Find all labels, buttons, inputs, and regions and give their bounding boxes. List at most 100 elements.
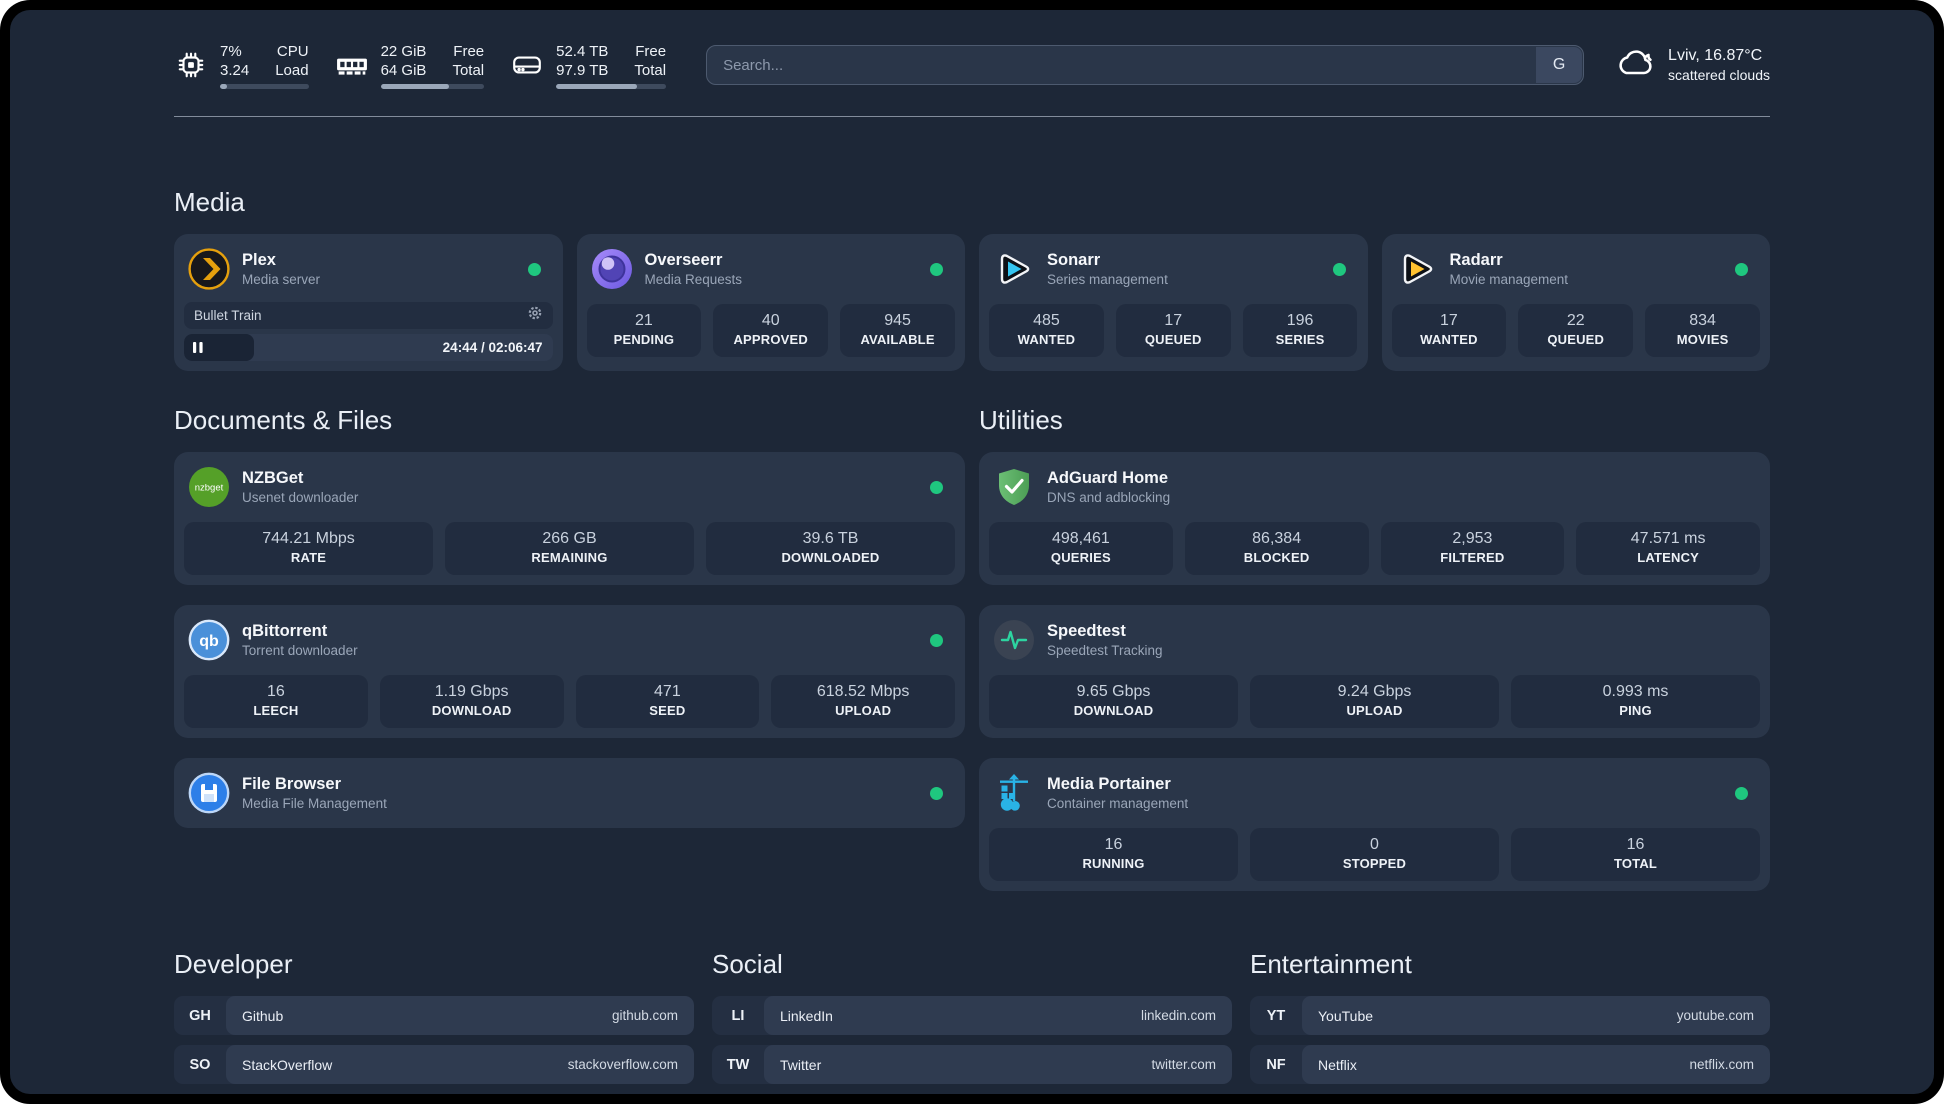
bookmark-youtube[interactable]: YT YouTube youtube.com (1250, 996, 1770, 1035)
ram-icon (335, 52, 369, 78)
bookmark-url: netflix.com (1689, 1057, 1754, 1072)
header-divider (174, 116, 1770, 117)
status-dot (1735, 262, 1748, 276)
stat-tile: 9.65 Gbps DOWNLOAD (989, 675, 1238, 728)
bookmark-name: LinkedIn (780, 1007, 833, 1024)
section-title-developer: Developer (174, 949, 293, 979)
disk-total-value: 97.9 TB (556, 61, 609, 79)
app-desc: Container management (1047, 795, 1189, 811)
app-title: Sonarr (1047, 250, 1101, 269)
app-card-sonarr[interactable]: Sonarr Series management 485 WANTED 17 QUE… (979, 234, 1368, 371)
stat-tile: 834 MOVIES (1645, 304, 1760, 357)
stat-tiles: 9.65 Gbps DOWNLOAD 9.24 Gbps UPLOAD 0.993 … (989, 675, 1760, 728)
stat-tile: 0 STOPPED (1250, 828, 1499, 881)
stat-tile: 2,953 FILTERED (1380, 522, 1565, 575)
stat-tiles: 21 PENDING 40 APPROVED 945 AVAILABLE (586, 304, 956, 357)
stat-tiles: 485 WANTED 17 QUEUED 196 SERIES (989, 304, 1358, 357)
stat-tile: 21 PENDING (586, 304, 702, 357)
app-desc: Media Requests (644, 271, 743, 287)
app-desc: Speedtest Tracking (1047, 642, 1163, 658)
bookmark-twitter[interactable]: TW Twitter twitter.com (712, 1045, 1232, 1084)
bookmark-name: Netflix (1318, 1056, 1357, 1073)
app-card-speedtest[interactable]: Speedtest Speedtest Tracking 9.65 Gbps DO… (979, 605, 1770, 738)
search-input[interactable] (706, 45, 1585, 85)
section-title-documents: Documents & Files (174, 405, 393, 435)
radarr-icon (1396, 248, 1438, 290)
section-title-entertainment: Entertainment (1250, 949, 1412, 979)
disk-stat: 52.4 TB Free 97.9 TB Total (510, 42, 667, 89)
disk-free-value: 52.4 TB (556, 42, 609, 60)
portainer-icon (993, 772, 1035, 814)
app-desc: DNS and adblocking (1047, 489, 1171, 505)
bookmark-abbr: YT (1266, 1007, 1286, 1024)
bookmark-name: Github (242, 1007, 284, 1024)
bookmark-github[interactable]: GH Github github.com (174, 996, 694, 1035)
bookmark-abbr: SO (189, 1056, 211, 1073)
top-bar: 7% CPU 3.24 Load 22 GiB Free 64 GiB Tota… (174, 40, 1770, 90)
stat-tile: 471 SEED (575, 675, 760, 728)
stat-tile: 39.6 TB DOWNLOADED (706, 522, 955, 575)
memory-total-label: Total (452, 61, 485, 79)
status-dot (930, 262, 943, 276)
app-title: Plex (242, 250, 276, 269)
app-card-nzbget[interactable]: nzbget NZBGet Usenet downloader 744.21 M… (174, 452, 965, 585)
cpu-icon (174, 50, 208, 80)
bookmark-url: twitter.com (1151, 1057, 1216, 1072)
memory-free-label: Free (453, 42, 485, 60)
pause-icon (193, 341, 204, 354)
stat-tile: 40 APPROVED (713, 304, 829, 357)
app-title: AdGuard Home (1047, 468, 1169, 487)
bookmark-abbr: NF (1266, 1056, 1286, 1073)
app-desc: Torrent downloader (242, 642, 358, 658)
search-engine-button[interactable]: G (1536, 47, 1583, 83)
section-title-social: Social (712, 949, 783, 979)
memory-progress-fill (380, 83, 449, 89)
stat-tile: 16 RUNNING (989, 828, 1238, 881)
bookmark-name: Twitter (780, 1056, 822, 1073)
bookmark-url: github.com (611, 1008, 678, 1023)
bookmark-stackoverflow[interactable]: SO StackOverflow stackoverflow.com (174, 1045, 694, 1084)
svg-text:qb: qb (199, 633, 219, 650)
disk-progress-bar (556, 83, 667, 89)
stat-tile: 266 GB REMAINING (445, 522, 694, 575)
bookmark-abbr: TW (726, 1056, 750, 1073)
app-card-radarr[interactable]: Radarr Movie management 17 WANTED 22 QUEUE… (1381, 234, 1770, 371)
bookmark-linkedin[interactable]: LI LinkedIn linkedin.com (712, 996, 1232, 1035)
memory-free-value: 22 GiB (380, 42, 427, 60)
app-card-filebrowser[interactable]: File Browser Media File Management (174, 758, 965, 828)
weather-location-temp: Lviv, 16.87°C (1668, 47, 1763, 64)
disk-total-label: Total (634, 61, 667, 79)
window-frame: 7% CPU 3.24 Load 22 GiB Free 64 GiB Tota… (0, 0, 1944, 1104)
weather-widget: Lviv, 16.87°C scattered clouds (1614, 46, 1770, 85)
cpu-label: CPU (276, 42, 309, 60)
app-title: Speedtest (1047, 621, 1126, 640)
bookmark-url: youtube.com (1676, 1008, 1754, 1023)
bookmark-netflix[interactable]: NF Netflix netflix.com (1250, 1045, 1770, 1084)
stat-tile: 618.52 Mbps UPLOAD (771, 675, 955, 728)
stat-tile: 17 WANTED (1391, 304, 1507, 357)
section-title-utilities: Utilities (979, 405, 1063, 435)
memory-stat: 22 GiB Free 64 GiB Total (335, 42, 485, 89)
media-card-grid: Plex Media server Bullet Train 24:44 / 0… (174, 234, 1770, 371)
status-dot (930, 633, 943, 647)
social-bookmarks: LI LinkedIn linkedin.com TW Twitter twitte… (712, 996, 1232, 1084)
app-card-adguard[interactable]: AdGuard Home DNS and adblocking 498,461 Q… (979, 452, 1770, 585)
cpu-load-label: Load (275, 61, 309, 79)
cpu-usage-value: 7% (220, 42, 242, 60)
cpu-load-value: 3.24 (220, 61, 250, 79)
gear-icon (527, 305, 543, 326)
app-card-qbittorrent[interactable]: qb qBittorrent Torrent downloader 16 LEEC… (174, 605, 965, 738)
app-card-plex[interactable]: Plex Media server Bullet Train 24:44 / 0… (174, 234, 563, 371)
app-card-overseerr[interactable]: Overseerr Media Requests 21 PENDING 40 APP… (576, 234, 965, 371)
bookmark-url: linkedin.com (1140, 1008, 1216, 1023)
stat-tile: 47.571 ms LATENCY (1576, 522, 1760, 575)
filebrowser-icon (188, 772, 230, 814)
app-title: NZBGet (242, 468, 304, 487)
stat-tile: 16 LEECH (184, 675, 368, 728)
stat-tile: 17 QUEUED (1115, 304, 1231, 357)
app-card-portainer[interactable]: Media Portainer Container management 16 R… (979, 758, 1770, 891)
app-desc: Series management (1047, 271, 1168, 287)
disk-icon (510, 52, 544, 78)
stat-tile: 196 SERIES (1242, 304, 1358, 357)
stat-tiles: 17 WANTED 22 QUEUED 834 MOVIES (1391, 304, 1761, 357)
